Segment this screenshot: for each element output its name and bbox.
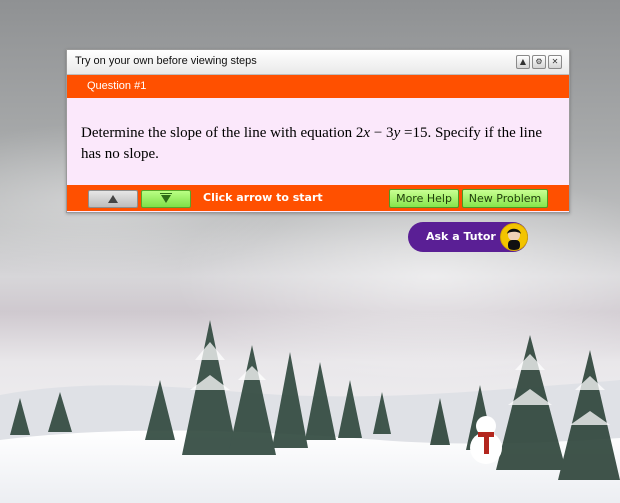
panel-title: Try on your own before viewing steps xyxy=(75,55,257,67)
close-icon[interactable]: ✕ xyxy=(548,55,562,69)
minimize-icon[interactable]: ▲ xyxy=(516,55,530,69)
question-label: Question #1 xyxy=(87,80,147,92)
arrow-up-icon xyxy=(108,195,118,203)
settings-icon[interactable]: ⚙ xyxy=(532,55,546,69)
arrow-down-icon xyxy=(160,193,172,203)
question-text: Determine the slope of the line with equ… xyxy=(81,125,542,162)
step-toolbar: Click arrow to start More Help New Probl… xyxy=(67,185,569,211)
new-problem-button[interactable]: New Problem xyxy=(462,189,548,208)
more-help-button[interactable]: More Help xyxy=(389,189,459,208)
ask-tutor-button[interactable]: Ask a Tutor xyxy=(408,222,528,252)
start-hint: Click arrow to start xyxy=(203,191,323,204)
ask-tutor-label: Ask a Tutor xyxy=(426,230,496,243)
panel-titlebar: Try on your own before viewing steps ▲ ⚙… xyxy=(67,50,569,75)
question-header: Question #1 xyxy=(67,75,569,98)
problem-panel: Try on your own before viewing steps ▲ ⚙… xyxy=(66,49,570,213)
tutor-avatar-icon xyxy=(500,223,528,251)
previous-step-button[interactable] xyxy=(88,190,138,208)
next-step-button[interactable] xyxy=(141,190,191,208)
